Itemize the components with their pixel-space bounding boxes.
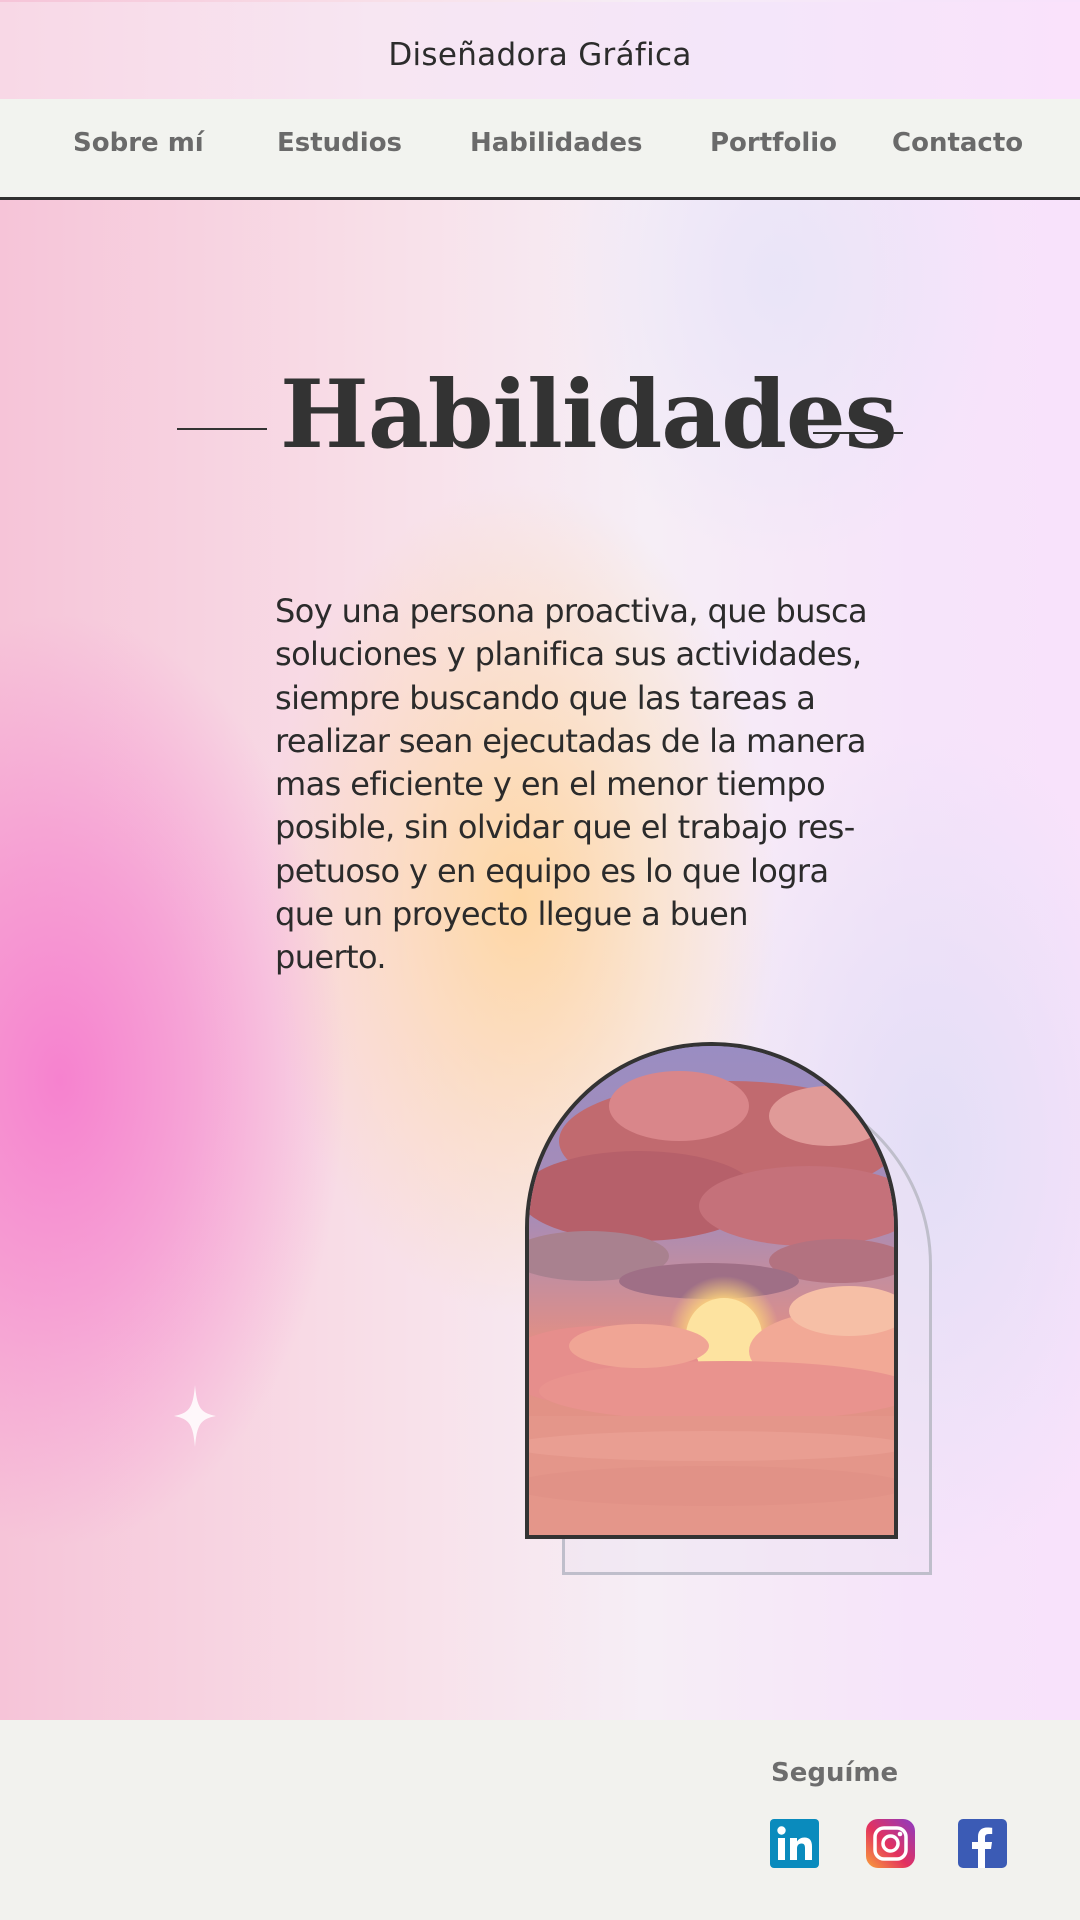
description-line: realizar sean ejecutadas de la manera bbox=[275, 721, 867, 760]
follow-label: Seguíme bbox=[771, 1758, 899, 1788]
site-header: Diseñadora Gráfica bbox=[0, 2, 1080, 99]
sparkle-icon bbox=[174, 1385, 216, 1447]
section-title: Habilidades bbox=[280, 360, 898, 470]
title-decoration-right bbox=[813, 432, 903, 434]
description-line: que un proyecto llegue a buen bbox=[275, 895, 749, 934]
page: Diseñadora Gráfica Sobre mí Estudios Hab… bbox=[0, 0, 1080, 1920]
linkedin-link[interactable] bbox=[770, 1819, 819, 1868]
description-line: mas eficiente y en el menor tiempo bbox=[275, 765, 826, 804]
nav-item-habilidades[interactable]: Habilidades bbox=[470, 128, 643, 158]
sunset-clouds-illustration bbox=[529, 1046, 894, 1535]
nav-item-portfolio[interactable]: Portfolio bbox=[710, 128, 837, 158]
nav-item-contacto[interactable]: Contacto bbox=[892, 128, 1023, 158]
sunset-arch-image bbox=[525, 1042, 898, 1539]
nav-item-estudios[interactable]: Estudios bbox=[277, 128, 402, 158]
description-line: soluciones y planifica sus actividades, bbox=[275, 635, 862, 674]
nav-item-sobre-mi[interactable]: Sobre mí bbox=[73, 128, 204, 158]
facebook-icon bbox=[958, 1819, 1007, 1868]
description-line: puerto. bbox=[275, 938, 387, 977]
instagram-link[interactable] bbox=[866, 1819, 915, 1868]
description-line: siempre buscando que las tareas a bbox=[275, 678, 816, 717]
linkedin-icon bbox=[770, 1819, 819, 1868]
section-description: Soy una persona proactiva, que busca sol… bbox=[275, 590, 875, 980]
description-line: petuoso y en equipo es lo que logra bbox=[275, 851, 829, 890]
description-line: posible, sin olvidar que el trabajo res- bbox=[275, 808, 855, 847]
description-line: Soy una persona proactiva, que busca bbox=[275, 592, 868, 630]
facebook-link[interactable] bbox=[958, 1819, 1007, 1868]
instagram-icon bbox=[866, 1819, 915, 1868]
site-title: Diseñadora Gráfica bbox=[388, 36, 692, 73]
site-footer bbox=[0, 1720, 1080, 1920]
main-nav: Sobre mí Estudios Habilidades Portfolio … bbox=[0, 99, 1080, 200]
title-decoration-left bbox=[177, 428, 267, 430]
